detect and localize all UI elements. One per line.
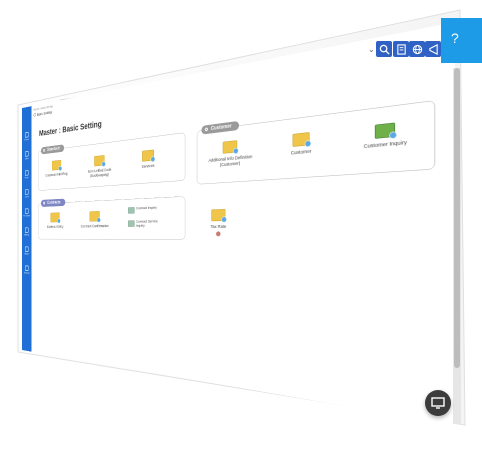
tile-services[interactable]: Services	[128, 148, 169, 171]
sidebar-item-purchase[interactable]: Purchase	[22, 206, 31, 222]
database-icon	[24, 246, 29, 252]
group-title-standard: Standard	[40, 144, 65, 155]
tile-item-unified-code[interactable]: Item Unified Code (Bookkeeping)	[82, 154, 118, 179]
status-dot	[216, 231, 221, 237]
tile-contract-entry[interactable]: Contract Entry	[40, 212, 72, 229]
tile-label: Item Unified Code (Bookkeeping)	[87, 167, 112, 179]
scrollbar[interactable]	[453, 68, 461, 424]
group-title-customer: Customer	[201, 120, 239, 135]
panel-customer: Customer Additional Info Definition (Cus…	[196, 100, 436, 185]
folder-icon	[222, 140, 238, 154]
cart-icon	[24, 208, 29, 214]
mini-label: Contract Inquiry	[135, 205, 157, 211]
sidebar-item-label: Home	[24, 138, 29, 142]
sidebar-item-label: Billing	[24, 233, 29, 237]
tile-label: Customer	[290, 148, 312, 156]
breadcrumb-title: Basic Setting	[36, 110, 52, 117]
monitor-icon	[374, 122, 396, 139]
sidebar-item-label: Order	[24, 176, 29, 180]
folder-icon	[89, 211, 100, 222]
globe-button[interactable]	[409, 41, 425, 57]
document-button[interactable]	[393, 41, 409, 57]
table-icon	[128, 207, 135, 214]
folder-icon	[94, 155, 105, 167]
sidebar-item-sales[interactable]: Sales	[22, 148, 31, 164]
sidebar-item-order[interactable]: Order	[22, 167, 31, 183]
tile-label: Customer Inquiry	[363, 139, 407, 150]
invoice-icon	[24, 227, 29, 233]
table-icon	[128, 220, 135, 227]
sidebar-item-label: Stock	[24, 195, 29, 199]
sidebar-item-label: Purchase	[23, 214, 31, 218]
home-icon[interactable]	[33, 112, 37, 117]
folder-icon	[211, 209, 226, 222]
monitor-icon	[431, 397, 445, 409]
tile-label: Contract Entry	[46, 224, 64, 229]
tile-label: Services	[141, 163, 155, 169]
tile-additional-info[interactable]: Additional Info Definition (Customer)	[206, 138, 256, 169]
sidebar-item-master[interactable]: Master	[22, 244, 31, 259]
panel-standard: Standard Corporate Info Reg. Item Unifie…	[37, 132, 186, 191]
tile-label: Additional Info Definition (Customer)	[208, 153, 253, 168]
group-title-contracts: Contracts	[40, 198, 66, 207]
sidebar-item-stock[interactable]: Stock	[22, 187, 31, 203]
scrollbar-thumb[interactable]	[454, 68, 460, 368]
link-contract-inquiry[interactable]: Contract Inquiry	[128, 205, 173, 218]
tile-label: Contract Confirmation	[80, 223, 109, 229]
megaphone-icon	[428, 43, 438, 55]
sales-icon	[24, 151, 29, 157]
home-icon	[24, 131, 29, 138]
sidebar-item-settings[interactable]: Settings	[22, 263, 31, 279]
folder-icon	[292, 132, 310, 147]
announcement-button[interactable]	[425, 41, 441, 57]
tile-tax-rate[interactable]: Tax Rate	[195, 208, 243, 229]
tile-label: Corporate Info Reg.	[45, 171, 69, 178]
panel-contracts: Contracts Contract Entry Contract Confir…	[37, 196, 186, 240]
page-title: Master : Basic Setting	[39, 119, 102, 138]
search-icon	[379, 44, 390, 55]
sidebar-item-billing[interactable]: Billing	[22, 225, 31, 240]
folder-icon	[50, 212, 60, 223]
tile-contract-confirmation[interactable]: Contract Confirmation	[77, 211, 112, 229]
sidebar-item-home[interactable]: Home	[22, 129, 31, 146]
link-contract-service-inquiry[interactable]: Contract Service Inquiry	[128, 219, 173, 231]
globe-icon	[412, 44, 422, 54]
order-icon	[24, 170, 29, 176]
gear-icon	[24, 265, 29, 271]
mini-label: Contract Service Inquiry	[135, 219, 158, 228]
chat-button[interactable]	[425, 390, 451, 416]
document-icon	[396, 43, 406, 55]
chevron-down-icon[interactable]: ⌄	[368, 45, 375, 54]
sidebar-item-label: Settings	[23, 271, 30, 275]
sidebar-item-label: Master	[24, 252, 30, 256]
search-button[interactable]	[376, 41, 392, 57]
tile-customer[interactable]: Customer	[273, 130, 331, 158]
sidebar: Home Sales Order Stock Purchase Billing …	[22, 106, 32, 352]
folder-icon	[142, 149, 154, 162]
tile-label: Tax Rate	[210, 223, 227, 230]
tile-corporate-info[interactable]: Corporate Info Reg.	[41, 159, 73, 179]
help-icon: ?	[451, 30, 459, 46]
help-button[interactable]: ?	[441, 18, 482, 63]
tile-customer-inquiry[interactable]: Customer Inquiry	[351, 120, 420, 151]
screen: Home Sales Order Stock Purchase Billing …	[0, 0, 482, 458]
box-icon	[24, 189, 29, 195]
folder-icon	[51, 159, 62, 171]
sidebar-item-label: Sales	[24, 157, 29, 161]
